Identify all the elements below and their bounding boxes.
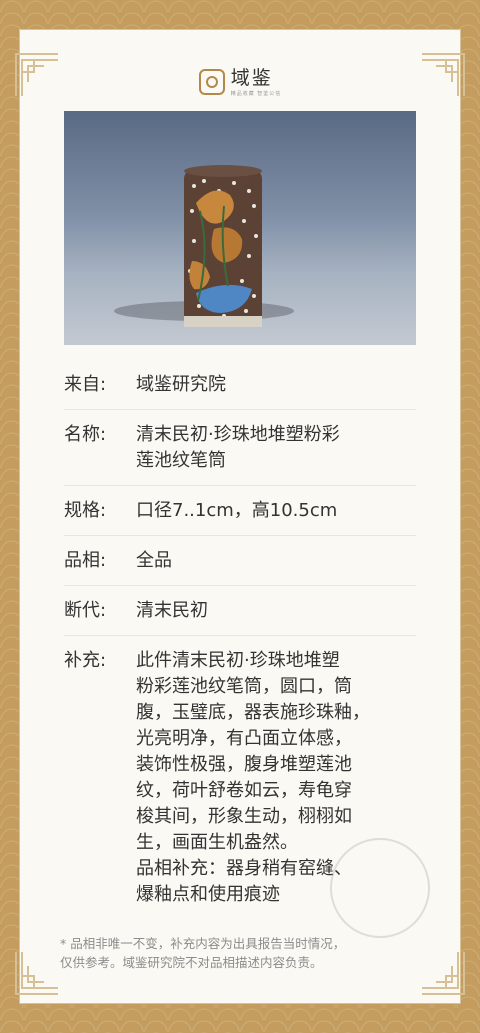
detail-value: 口径7..1cm，高10.5cm [136,500,338,521]
detail-label: 名称: [64,424,107,445]
footer-note: * 品相非唯一不变，补充内容为出具报告当时情况， 仅供参考。域鉴研究院不对品相描… [60,936,346,970]
detail-label: 来自: [64,374,107,395]
detail-value: 域鉴研究院 [136,374,226,395]
detail-row-spec: 规格: 口径7..1cm，高10.5cm [64,486,416,536]
corner-ornament-icon [14,950,60,996]
detail-value: 清末民初·珍珠地堆塑粉彩 莲池纹笔筒 [136,424,340,471]
detail-value: 全品 [136,550,172,571]
detail-row-name: 名称: 清末民初·珍珠地堆塑粉彩 莲池纹笔筒 [64,410,416,486]
detail-value: 清末民初 [136,600,208,621]
brand-logo-icon [198,69,225,95]
brand-name: 域鉴 [230,66,273,89]
detail-label: 品相: [64,550,107,571]
detail-label: 断代: [64,600,107,621]
detail-label: 补充: [64,650,107,671]
detail-label: 规格: [64,500,107,521]
detail-row-condition: 品相: 全品 [64,536,416,586]
product-photo[interactable] [64,111,416,345]
detail-row-source: 来自: 域鉴研究院 [64,360,416,410]
seal-stamp [330,838,430,938]
detail-row-dating: 断代: 清末民初 [64,586,416,636]
brand-slogan: 精品收藏 智鉴公信 [230,90,282,97]
brand-header: 域鉴 精品收藏 智鉴公信 [0,62,480,102]
details-list: 来自: 域鉴研究院 名称: 清末民初·珍珠地堆塑粉彩 莲池纹笔筒 规格: 口径7… [64,360,416,919]
